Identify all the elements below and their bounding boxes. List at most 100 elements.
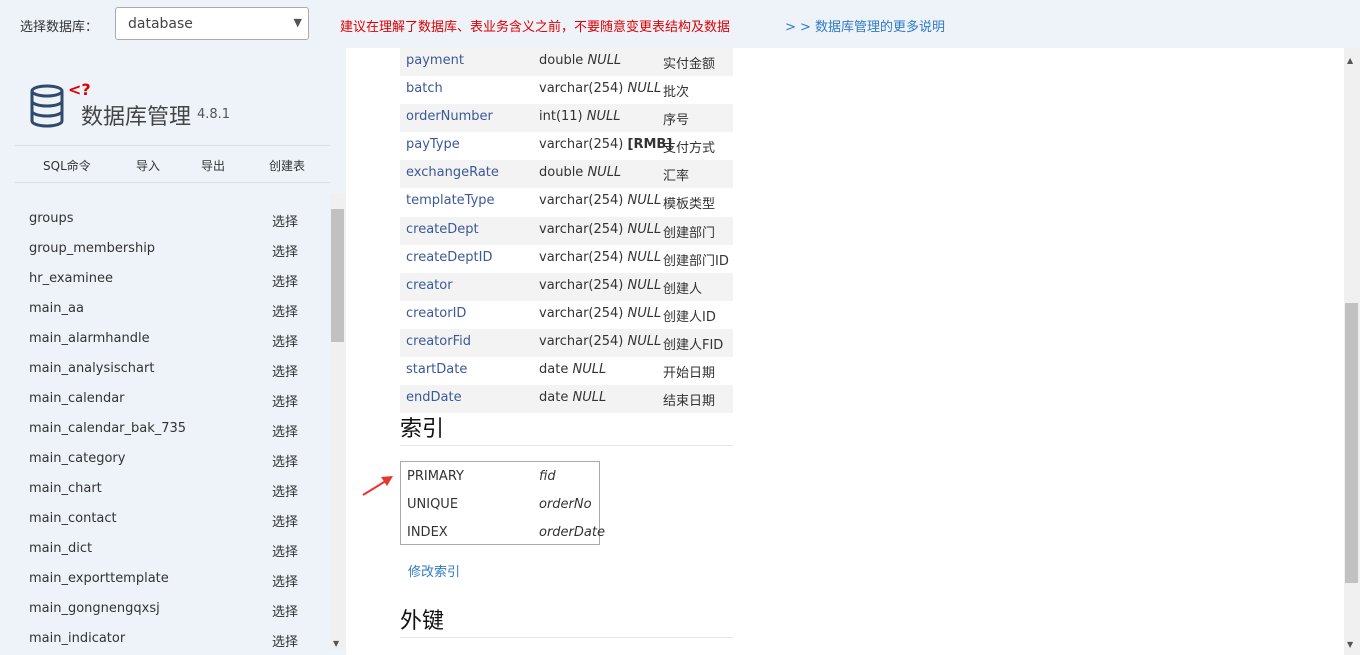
field-row: batch varchar(254) NULL 批次 [400,76,733,104]
field-type-name: date [539,362,569,378]
table-name[interactable]: main_dict [29,541,92,556]
indexes-table: PRIMARY fid UNIQUE orderNo INDEX orderDate [400,461,605,545]
field-comment: 结束日期 [663,394,716,410]
scroll-up-arrow-icon[interactable]: ▲ [1347,56,1353,65]
field-default: NULL [627,305,662,321]
nav-sql-command[interactable]: SQL命令 [43,157,91,174]
chevron-down-icon: ▼ [293,16,302,29]
field-row: payment double NULL 实付金额 [400,48,733,77]
main-scrollbar-thumb[interactable] [1345,303,1358,583]
table-list-item[interactable]: main_calendar_bak_735 选择 [0,415,330,445]
field-type-name: varchar(254) [539,81,624,97]
field-row: orderNumber int(11) NULL 序号 [400,104,733,133]
field-name: payType [406,137,460,153]
field-default: NULL [627,277,662,293]
table-list-item[interactable]: hr_examinee 选择 [0,265,330,295]
select-table-link[interactable]: 选择 [272,481,298,500]
field-name: exchangeRate [406,165,499,181]
table-name[interactable]: main_calendar_bak_735 [29,421,186,436]
field-default: NULL [572,390,607,406]
field-type-name: date [539,390,569,406]
table-name[interactable]: main_gongnengqxsj [29,601,160,616]
scroll-down-arrow-icon[interactable]: ▼ [333,639,339,648]
table-name[interactable]: main_chart [29,481,102,496]
select-table-link[interactable]: 选择 [272,601,298,620]
table-list-item[interactable]: groups 选择 [0,205,330,235]
table-list-item[interactable]: main_category 选择 [0,445,330,475]
field-default: NULL [587,53,622,68]
table-list-item[interactable]: main_aa 选择 [0,295,330,325]
index-row: PRIMARY fid [401,462,599,490]
table-name[interactable]: main_contact [29,511,117,526]
table-list-item[interactable]: main_indicator 选择 [0,625,330,650]
table-list-item[interactable]: main_exporttemplate 选择 [0,565,330,595]
field-type: varchar(254) NULL [539,278,661,293]
field-name: createDept [406,221,479,237]
field-name: creator [406,277,453,293]
database-select-value: database [128,16,193,32]
table-name[interactable]: main_analysischart [29,361,154,376]
select-table-link[interactable]: 选择 [272,361,298,380]
table-name[interactable]: main_alarmhandle [29,331,150,346]
nav-import[interactable]: 导入 [136,157,160,174]
table-list-item[interactable]: main_dict 选择 [0,535,330,565]
app-title: 数据库管理 [81,105,192,130]
field-comment: 实付金额 [663,57,716,72]
field-type-name: double [539,53,584,68]
sidebar-scrollbar[interactable]: ▼ [330,193,346,650]
table-list-item[interactable]: main_contact 选择 [0,505,330,535]
field-type: date NULL [539,390,606,405]
field-row: createDeptID varchar(254) NULL 创建部门ID [400,245,733,273]
table-name[interactable]: groups [29,211,74,226]
table-list-item[interactable]: group_membership 选择 [0,235,330,265]
index-type: INDEX [407,525,448,540]
field-default: NULL [627,221,662,237]
select-table-link[interactable]: 选择 [272,331,298,350]
table-list-item[interactable]: main_gongnengqxsj 选择 [0,595,330,625]
select-table-link[interactable]: 选择 [272,211,298,230]
select-table-link[interactable]: 选择 [272,511,298,530]
field-type: varchar(254) NULL [539,193,661,208]
table-name[interactable]: main_indicator [29,631,125,646]
divider [400,637,733,638]
select-table-link[interactable]: 选择 [272,451,298,470]
select-table-link[interactable]: 选择 [272,301,298,320]
sidebar-scrollbar-thumb[interactable] [331,209,344,342]
select-table-link[interactable]: 选择 [272,391,298,410]
main-scrollbar[interactable]: ▲ ▼ [1344,48,1360,655]
field-row: creatorFid varchar(254) NULL 创建人FID [400,328,733,358]
edit-indexes-link[interactable]: 修改索引 [408,561,460,580]
field-comment: 创建部门ID [663,253,729,269]
scroll-down-arrow-icon[interactable]: ▼ [1347,640,1353,649]
select-table-link[interactable]: 选择 [272,271,298,290]
table-name[interactable]: main_exporttemplate [29,571,169,586]
table-list-item[interactable]: main_analysischart 选择 [0,355,330,385]
table-name[interactable]: hr_examinee [29,271,113,286]
table-name[interactable]: main_aa [29,301,84,316]
nav-create-table[interactable]: 创建表 [269,157,305,174]
select-table-link[interactable]: 选择 [272,421,298,440]
index-column: orderDate [539,525,605,540]
select-table-link[interactable]: 选择 [272,541,298,560]
select-table-link[interactable]: 选择 [272,571,298,590]
table-name[interactable]: group_membership [29,241,155,256]
database-select[interactable]: database ▼ [115,7,309,40]
table-name[interactable]: main_category [29,451,125,466]
field-type: varchar(254) NULL [539,334,661,349]
table-list-item[interactable]: main_calendar 选择 [0,385,330,415]
index-type: UNIQUE [407,497,459,512]
more-docs-link[interactable]: > > 数据库管理的更多说明 [785,16,945,35]
field-default: NULL [627,193,662,209]
table-name[interactable]: main_calendar [29,391,125,406]
select-table-link[interactable]: 选择 [272,631,298,650]
field-type-name: varchar(254) [539,333,624,349]
table-list-item[interactable]: main_alarmhandle 选择 [0,325,330,355]
select-table-link[interactable]: 选择 [272,241,298,260]
field-comment: 汇率 [663,169,690,185]
field-name: creatorID [406,305,467,321]
field-type-name: varchar(254) [539,277,624,293]
fields-table: payment double NULL 实付金额 batch varchar(254) … [400,48,733,414]
field-comment: 支付方式 [663,141,716,157]
table-list-item[interactable]: main_chart 选择 [0,475,330,505]
nav-export[interactable]: 导出 [201,157,225,174]
